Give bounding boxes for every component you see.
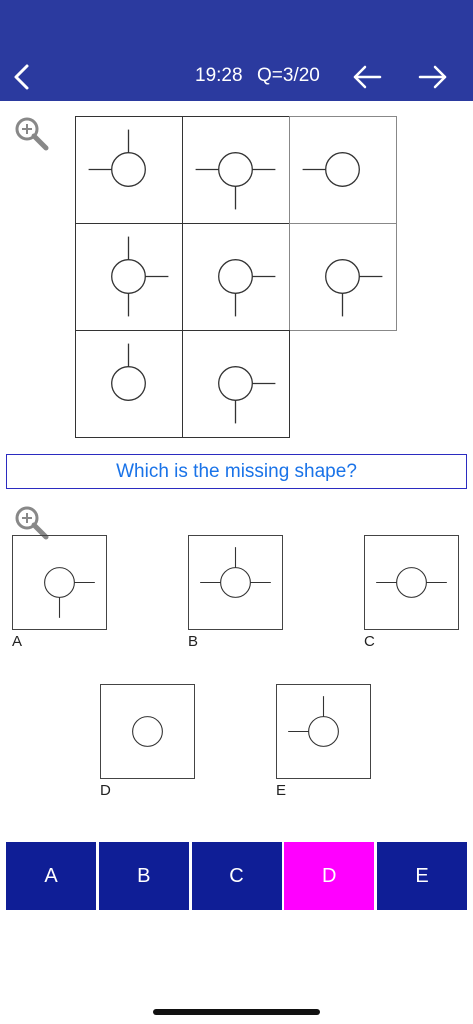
timer: 19:28 — [195, 65, 243, 86]
circle-shape-icon — [325, 259, 383, 317]
arrow-left-icon — [353, 65, 382, 89]
option-b[interactable] — [188, 535, 283, 630]
home-indicator — [153, 1009, 320, 1015]
answer-button-d[interactable]: D — [284, 842, 375, 910]
option-label: A — [12, 633, 23, 650]
zoom-in-icon — [15, 117, 49, 151]
circle-shape-icon — [111, 236, 169, 317]
circle-shape-icon — [88, 129, 146, 187]
option-c[interactable] — [364, 535, 459, 630]
chevron-left-icon — [14, 64, 29, 90]
circle-shape-icon — [376, 567, 447, 598]
back-button[interactable] — [8, 60, 38, 94]
circle-shape-icon — [218, 366, 276, 424]
option-label: B — [188, 633, 199, 650]
puzzle-grid — [75, 116, 397, 439]
puzzle-cell — [75, 223, 183, 331]
circle-shape-icon — [288, 696, 339, 747]
next-question-button[interactable] — [416, 62, 450, 92]
puzzle-zoom-button[interactable] — [12, 114, 52, 154]
question-counter: Q=3/20 — [257, 65, 320, 86]
top-bar: 19:28 Q=3/20 — [0, 0, 473, 101]
puzzle-cell — [289, 116, 397, 224]
option-a[interactable] — [12, 535, 107, 630]
option-label: C — [364, 633, 375, 650]
puzzle-cell — [182, 330, 290, 438]
circle-shape-icon — [218, 259, 276, 317]
puzzle-cell — [289, 223, 397, 331]
puzzle-cell — [75, 116, 183, 224]
puzzle-cell — [75, 330, 183, 438]
answer-button-c[interactable]: C — [191, 842, 282, 910]
option-label: D — [100, 782, 111, 799]
circle-shape-icon — [200, 547, 271, 598]
puzzle-cell — [182, 116, 290, 224]
answer-button-e[interactable]: E — [377, 842, 467, 910]
circle-shape-icon — [302, 152, 360, 187]
answer-button-bar: ABCDE — [6, 842, 467, 910]
option-label: E — [276, 782, 287, 799]
previous-question-button[interactable] — [350, 62, 384, 92]
circle-shape-icon — [44, 567, 95, 618]
answer-button-a[interactable]: A — [6, 842, 96, 910]
question-text: Which is the missing shape? — [6, 454, 467, 489]
option-e[interactable] — [276, 684, 371, 779]
puzzle-cell — [182, 223, 290, 331]
circle-shape-icon — [111, 343, 146, 401]
arrow-right-icon — [418, 65, 447, 89]
option-d[interactable] — [100, 684, 195, 779]
answer-button-b[interactable]: B — [98, 842, 189, 910]
circle-shape-icon — [132, 716, 163, 747]
circle-shape-icon — [195, 152, 276, 210]
